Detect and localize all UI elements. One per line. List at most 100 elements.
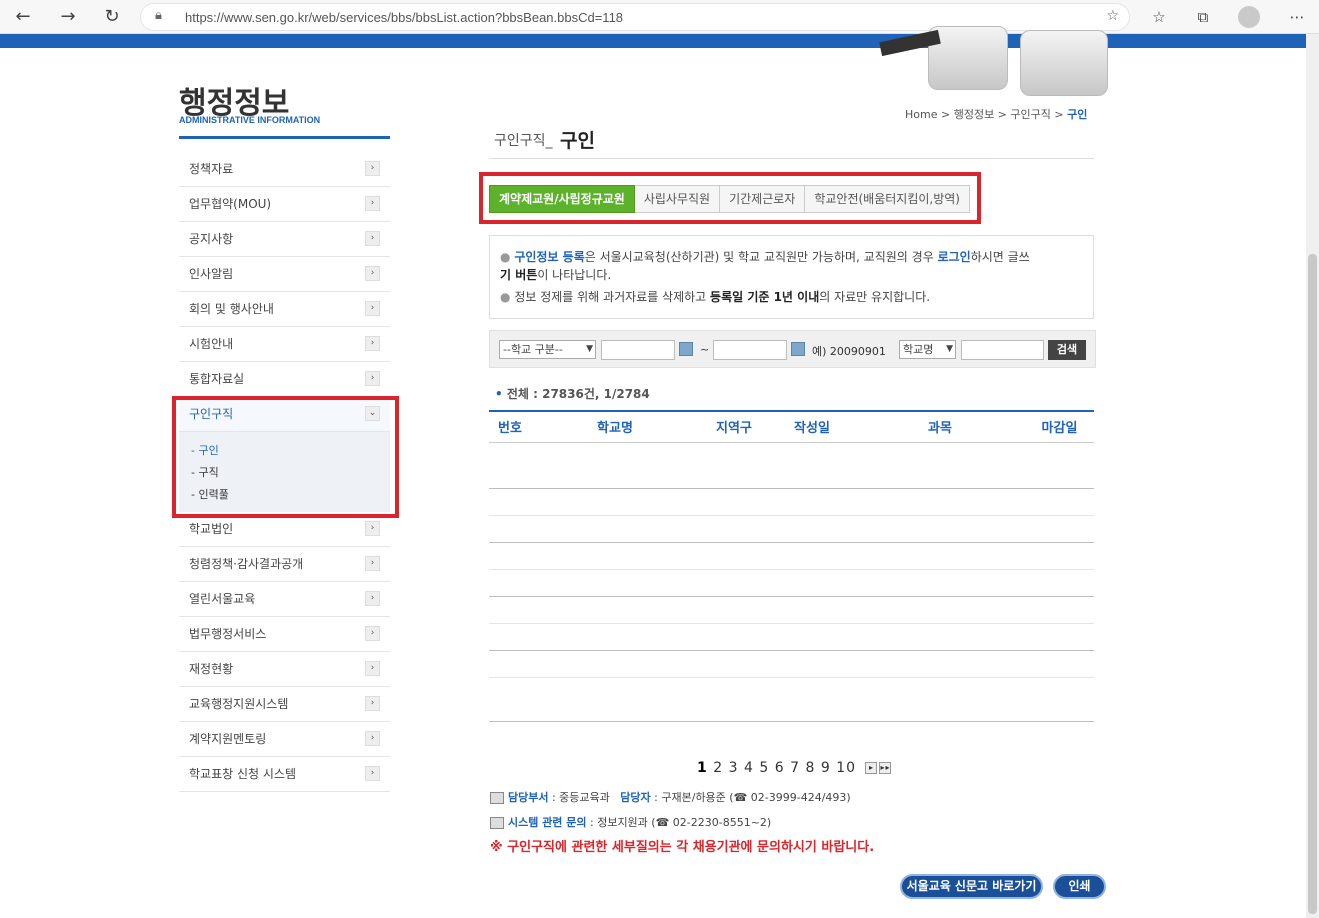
breadcrumb-home[interactable]: Home xyxy=(905,108,937,121)
breadcrumb-admin[interactable]: 행정정보 xyxy=(954,108,994,121)
highlight-box-tabs xyxy=(479,172,981,224)
page-link[interactable]: 3 xyxy=(729,760,739,776)
page-title: 구인 xyxy=(560,130,595,152)
sidebar-item-archive[interactable]: 통합자료실 › xyxy=(179,362,390,397)
phone-book-icon xyxy=(490,817,504,829)
sidebar-item-integrity[interactable]: 청렴정책·감사결과공개 › xyxy=(179,547,390,582)
page-link[interactable]: 10 xyxy=(836,760,856,776)
sidebar-item-label: 시험안내 xyxy=(189,337,234,351)
chevron-right-icon: › xyxy=(365,301,380,316)
sidebar-item-label: 정책자료 xyxy=(189,162,234,176)
col-header-date: 작성일 xyxy=(769,410,855,443)
total-count-text: 전체 : 27836건, 1/2784 xyxy=(506,387,650,401)
refresh-icon[interactable]: ↻ xyxy=(99,5,125,29)
chevron-down-icon: ▼ xyxy=(946,344,953,354)
sidebar-item-label: 학교표창 신청 시스템 xyxy=(189,767,296,781)
sidebar-item-label: 교육행정지원시스템 xyxy=(189,697,289,711)
page-link[interactable]: 2 xyxy=(713,760,723,776)
chevron-down-icon: ▼ xyxy=(586,344,593,354)
date-range-separator: ~ xyxy=(700,343,710,356)
page-link[interactable]: 8 xyxy=(805,760,815,776)
start-date-input[interactable] xyxy=(601,340,675,360)
sidebar-item-award-system[interactable]: 학교표창 신청 시스템 › xyxy=(179,757,390,792)
calendar-icon[interactable] xyxy=(791,342,805,356)
chevron-right-icon: › xyxy=(365,696,380,711)
sidebar-item-legal[interactable]: 법무행정서비스 › xyxy=(179,617,390,652)
next-page-icon[interactable]: ▸ xyxy=(865,762,878,774)
table-row[interactable] xyxy=(489,488,1094,516)
page-link[interactable]: 5 xyxy=(759,760,769,776)
notice-text: 정보 정제를 위해 과거자료를 삭제하고 xyxy=(514,290,711,304)
favorite-add-icon[interactable]: ☆ xyxy=(1106,8,1119,24)
highlight-box-sidebar xyxy=(172,396,399,518)
sidebar-item-finance[interactable]: 재정현황 › xyxy=(179,652,390,687)
last-page-icon[interactable]: ▸▸ xyxy=(879,762,892,774)
sidebar-item-notice[interactable]: 공지사항 › xyxy=(179,222,390,257)
notice-bold-text: 등록일 기준 1년 이내 xyxy=(710,290,820,304)
notice-login-link[interactable]: 로그인 xyxy=(938,250,971,264)
job-list-table: 번호 학교명 지역구 작성일 과목 마감일 xyxy=(489,410,1094,722)
url-text: https://www.sen.go.kr/web/services/bbs/b… xyxy=(185,10,624,25)
scroll-thumb[interactable] xyxy=(1308,254,1317,914)
page-title-prefix: 구인구직_ xyxy=(494,133,553,149)
end-date-input[interactable] xyxy=(713,340,787,360)
page-link[interactable]: 6 xyxy=(775,760,785,776)
sidebar-item-admin-system[interactable]: 교육행정지원시스템 › xyxy=(179,687,390,722)
sidebar-item-label: 법무행정서비스 xyxy=(189,627,267,641)
search-field-select[interactable]: 학교명 ▼ xyxy=(899,340,956,359)
notice-bold-text: 기 버튼 xyxy=(500,268,538,282)
sidebar-item-policy[interactable]: 정책자료 › xyxy=(179,152,390,187)
scrollbar[interactable] xyxy=(1306,34,1319,918)
search-button[interactable]: 검색 xyxy=(1048,340,1086,360)
page-link[interactable]: 7 xyxy=(790,760,800,776)
school-type-select[interactable]: --학교 구분-- ▼ xyxy=(499,340,596,359)
sidebar-item-mou[interactable]: 업무협약(MOU) › xyxy=(179,187,390,222)
chevron-right-icon: › xyxy=(365,336,380,351)
profile-avatar[interactable] xyxy=(1238,6,1260,28)
notice-text: 하시면 글쓰 xyxy=(970,250,1030,264)
notice-register-link: 구인정보 등록 xyxy=(514,250,585,264)
newspaper-link-button[interactable]: 서울교육 신문고 바로가기 xyxy=(900,874,1043,899)
sidebar-item-contract-mentoring[interactable]: 계약지원멘토링 › xyxy=(179,722,390,757)
forward-icon[interactable]: → xyxy=(55,5,81,29)
contact-value: : 구재본/하용준 (☎ 02-3999-424/493) xyxy=(654,791,851,804)
sidebar-item-label: 청렴정책·감사결과공개 xyxy=(189,557,304,571)
back-icon[interactable]: ← xyxy=(10,5,36,29)
chevron-right-icon: › xyxy=(365,231,380,246)
sidebar-item-exams[interactable]: 시험안내 › xyxy=(179,327,390,362)
total-count: • 전체 : 27836건, 1/2784 xyxy=(495,387,650,401)
page-link-current[interactable]: 1 xyxy=(697,760,708,776)
browser-toolbar: ← → ↻ 🔒︎ https://www.sen.go.kr/web/servi… xyxy=(0,0,1319,34)
search-input[interactable] xyxy=(961,340,1044,360)
page-link[interactable]: 9 xyxy=(821,760,831,776)
table-row[interactable] xyxy=(489,569,1094,597)
table-row[interactable] xyxy=(489,650,1094,678)
sidebar-item-label: 인사알림 xyxy=(189,267,234,281)
table-row[interactable] xyxy=(489,623,1094,651)
col-header-subject: 과목 xyxy=(855,410,1025,443)
table-row[interactable] xyxy=(489,442,1094,489)
table-row[interactable] xyxy=(489,542,1094,570)
collections-icon[interactable]: ⧉ xyxy=(1190,5,1216,29)
chevron-right-icon: › xyxy=(365,371,380,386)
breadcrumb: Home > 행정정보 > 구인구직 > 구인 xyxy=(905,108,1088,121)
chevron-right-icon: › xyxy=(365,661,380,676)
title-divider xyxy=(489,158,1094,159)
print-button[interactable]: 인쇄 xyxy=(1053,874,1106,899)
notice-box: ● 구인정보 등록은 서울시교육청(산하기관) 및 학교 교직원만 가능하며, … xyxy=(489,235,1094,319)
table-row[interactable] xyxy=(489,515,1094,543)
table-row[interactable] xyxy=(489,677,1094,722)
breadcrumb-jobs[interactable]: 구인구직 xyxy=(1010,108,1050,121)
sidebar-item-personnel[interactable]: 인사알림 › xyxy=(179,257,390,292)
table-row[interactable] xyxy=(489,596,1094,624)
sidebar-item-meetings[interactable]: 회의 및 행사안내 › xyxy=(179,292,390,327)
calendar-icon[interactable] xyxy=(679,342,693,356)
more-icon[interactable]: ⋯ xyxy=(1284,5,1310,29)
select-value: --학교 구분-- xyxy=(503,343,563,356)
favorites-icon[interactable]: ☆ xyxy=(1146,5,1172,29)
sidebar-item-open-education[interactable]: 열린서울교육 › xyxy=(179,582,390,617)
chevron-right-icon: › xyxy=(365,266,380,281)
sidebar-subtitle: ADMINISTRATIVE INFORMATION xyxy=(179,115,321,125)
page-link[interactable]: 4 xyxy=(744,760,754,776)
chevron-right-icon: › xyxy=(365,766,380,781)
